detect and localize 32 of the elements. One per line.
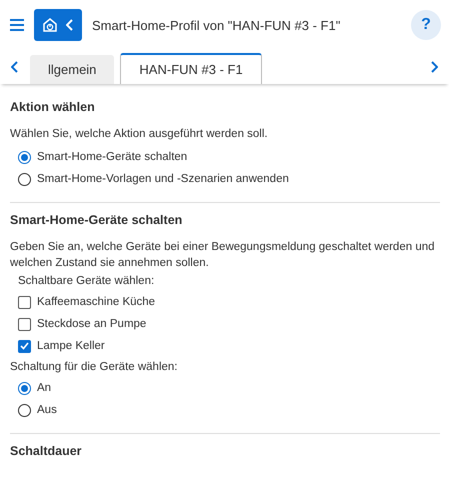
- chevron-left-icon: [66, 19, 74, 31]
- section-description: Geben Sie an, welche Geräte bei einer Bewegungsmeldung geschaltet werden und welchen Zustand sie annehmen sollen.: [10, 240, 436, 271]
- option-label[interactable]: An: [37, 382, 52, 394]
- group-label: Schaltung für die Geräte wählen:: [10, 361, 178, 373]
- home-icon: [42, 17, 58, 33]
- section-description: Wählen Sie, welche Aktion ausgeführt werden soll.: [10, 127, 269, 142]
- tab[interactable]: HAN-FUN #3 - F1: [120, 53, 262, 84]
- section-heading: Aktion wählen: [10, 100, 96, 114]
- radio-button[interactable]: [18, 382, 31, 394]
- radio-button[interactable]: [18, 404, 31, 416]
- home-back-button[interactable]: [34, 9, 82, 41]
- option-label[interactable]: Lampe Keller: [37, 340, 105, 352]
- option-label[interactable]: Smart-Home-Vorlagen und -Szenarien anwenden: [37, 173, 289, 185]
- chevron-right-icon: [430, 61, 438, 73]
- checkbox[interactable]: [18, 318, 31, 330]
- tab[interactable]: llgemein: [30, 55, 114, 84]
- radio-button[interactable]: [18, 172, 31, 186]
- section-heading: Smart-Home-Geräte schalten: [10, 213, 184, 227]
- page-title: Smart-Home-Profil von "HAN-FUN #3 - F1": [92, 18, 342, 32]
- scroll-left-button[interactable]: [0, 50, 30, 84]
- menu-icon[interactable]: [10, 19, 24, 31]
- checkbox[interactable]: [18, 340, 31, 352]
- chevron-left-icon: [11, 61, 19, 73]
- option-label[interactable]: Smart-Home-Geräte schalten: [37, 151, 188, 163]
- help-button[interactable]: ?: [411, 10, 441, 40]
- option-label[interactable]: Aus: [37, 404, 57, 416]
- radio-button[interactable]: [18, 150, 31, 164]
- group-label: Schaltbare Geräte wählen:: [18, 275, 156, 287]
- section-heading: Schaltdauer: [10, 444, 83, 458]
- checkbox[interactable]: [18, 296, 31, 308]
- option-label[interactable]: Steckdose an Pumpe: [37, 318, 146, 330]
- option-label[interactable]: Kaffeemaschine Küche: [37, 296, 156, 308]
